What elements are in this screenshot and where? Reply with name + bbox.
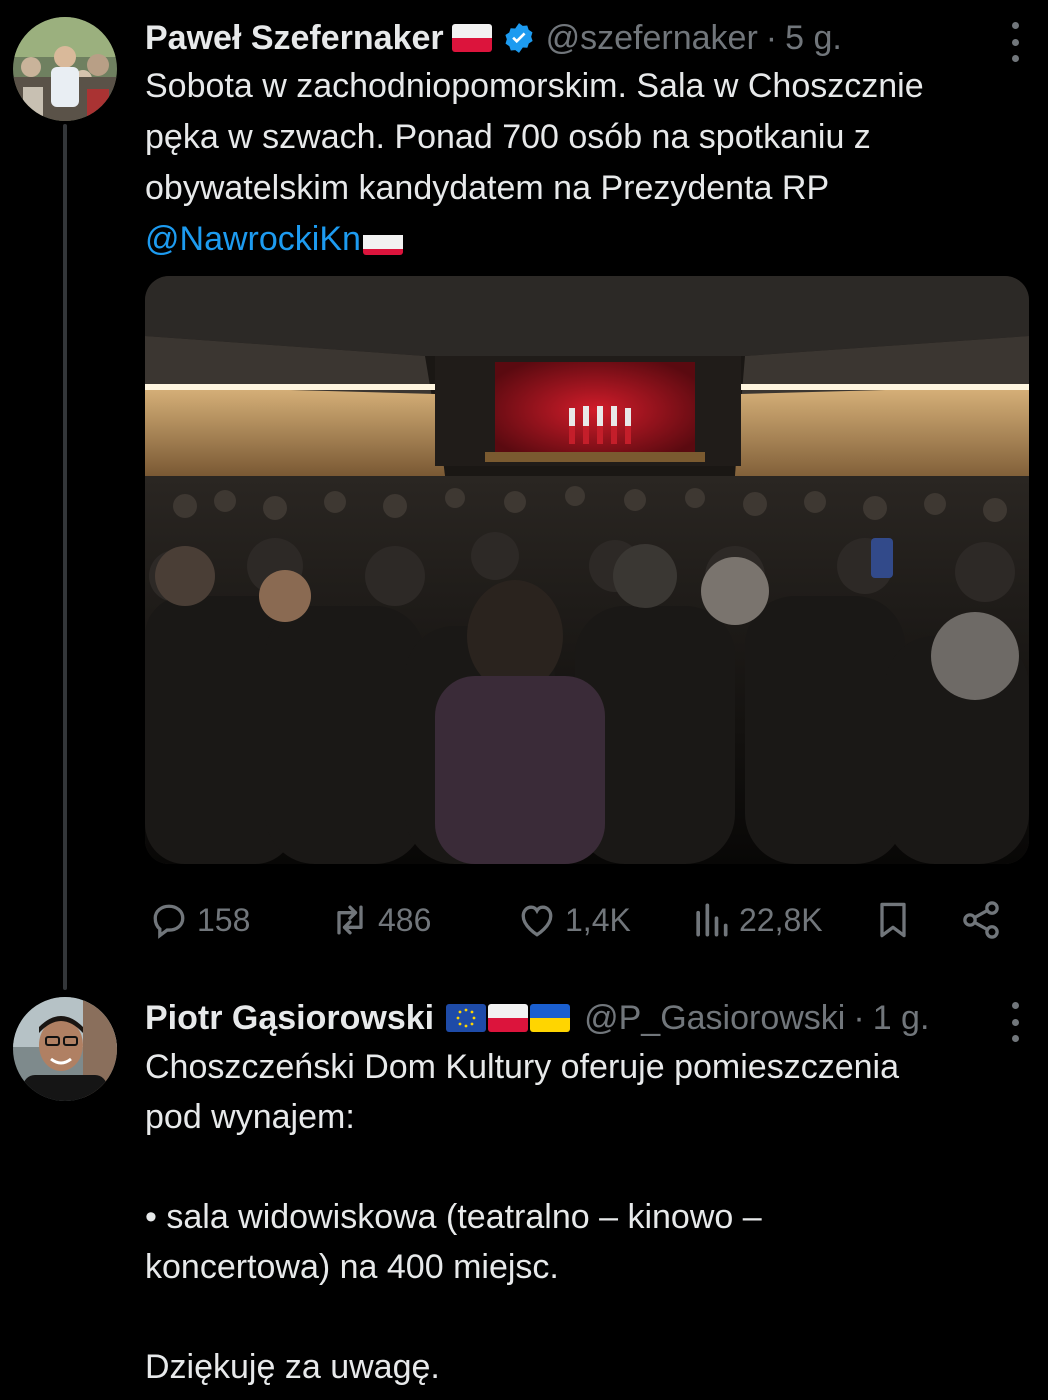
tweet-text-line: pod wynajem: xyxy=(145,1098,355,1136)
separator-dot: · xyxy=(765,18,778,57)
author-name[interactable]: Paweł Szefernaker xyxy=(145,19,444,58)
tweet-timestamp[interactable]: 5 g. xyxy=(785,19,842,58)
tweet-timestamp[interactable]: 1 g. xyxy=(873,999,930,1038)
author-handle[interactable]: @szefernaker xyxy=(546,19,758,58)
verified-badge-icon xyxy=(505,23,533,53)
tweet-body: Choszczeński Dom Kultury oferuje pomiesz… xyxy=(145,1042,1025,1392)
tweet-text-line: Choszczeński Dom Kultury oferuje pomiesz… xyxy=(145,1048,899,1086)
poland-flag-icon xyxy=(488,1004,529,1032)
tweet-text-line: • sala widowiskowa (teatralno – kinowo – xyxy=(145,1198,762,1236)
heart-icon xyxy=(521,905,553,937)
event-hall-photo xyxy=(145,276,1029,864)
reply-icon xyxy=(153,904,185,939)
tweet-header: Piotr Gąsiorowski @P_Gasiorowski · 1 g. xyxy=(145,996,929,1040)
avatar-photo xyxy=(13,17,117,121)
tweet-body: Sobota w zachodniopomorskim. Sala w Chos… xyxy=(145,61,1025,265)
share-icon xyxy=(963,901,999,939)
tweet-photo[interactable] xyxy=(145,276,1029,864)
tweet-text-line xyxy=(145,1142,1025,1192)
tweet-text-line: koncertowa) na 400 miejsc. xyxy=(145,1248,559,1286)
author-avatar[interactable] xyxy=(13,997,117,1101)
tweet-text-line: Sobota w zachodniopomorskim. Sala w Chos… xyxy=(145,67,924,105)
like-button[interactable]: 1,4K xyxy=(515,890,631,950)
poland-flag-icon xyxy=(451,24,492,52)
separator-dot: · xyxy=(853,998,865,1037)
tweet-header: Paweł Szefernaker @szefernaker · 5 g. xyxy=(145,16,842,60)
reply-count: 158 xyxy=(197,901,251,938)
mention-link[interactable]: @NawrockiKn xyxy=(145,220,361,258)
view-count: 22,8K xyxy=(739,901,823,938)
more-options-icon[interactable] xyxy=(1008,22,1022,62)
repost-icon xyxy=(337,905,363,935)
reply-thread: Paweł Szefernaker @szefernaker · 5 g. So… xyxy=(0,0,1048,1400)
author-avatar[interactable] xyxy=(13,17,117,121)
more-options-icon[interactable] xyxy=(1008,1002,1022,1042)
tweet-text-line xyxy=(145,1292,1025,1342)
avatar-photo xyxy=(13,997,117,1101)
author-name[interactable]: Piotr Gąsiorowski xyxy=(145,999,434,1038)
eu-flag-icon xyxy=(446,1004,487,1032)
thread-connector-line xyxy=(63,124,67,990)
reply-button[interactable]: 158 xyxy=(147,890,250,950)
bookmark-button[interactable] xyxy=(871,890,915,950)
repost-button[interactable]: 486 xyxy=(328,890,431,950)
share-button[interactable] xyxy=(959,890,1003,950)
like-count: 1,4K xyxy=(565,901,631,938)
tweet-actions-bar: 158 486 1,4K 22,8K xyxy=(145,890,1015,950)
ukraine-flag-icon xyxy=(530,1004,571,1032)
tweet-text-line: pęka w szwach. Ponad 700 osób na spotkan… xyxy=(145,118,871,156)
author-handle[interactable]: @P_Gasiorowski xyxy=(584,999,845,1038)
tweet-text-line: Dziękuję za uwagę. xyxy=(145,1348,440,1386)
repost-count: 486 xyxy=(378,901,432,938)
views-button[interactable]: 22,8K xyxy=(689,890,823,950)
tweet-text-line: obywatelskim kandydatem na Prezydenta RP xyxy=(145,169,830,207)
bookmark-icon xyxy=(880,902,906,938)
views-chart-icon xyxy=(696,903,728,937)
poland-flag-icon xyxy=(362,227,403,256)
